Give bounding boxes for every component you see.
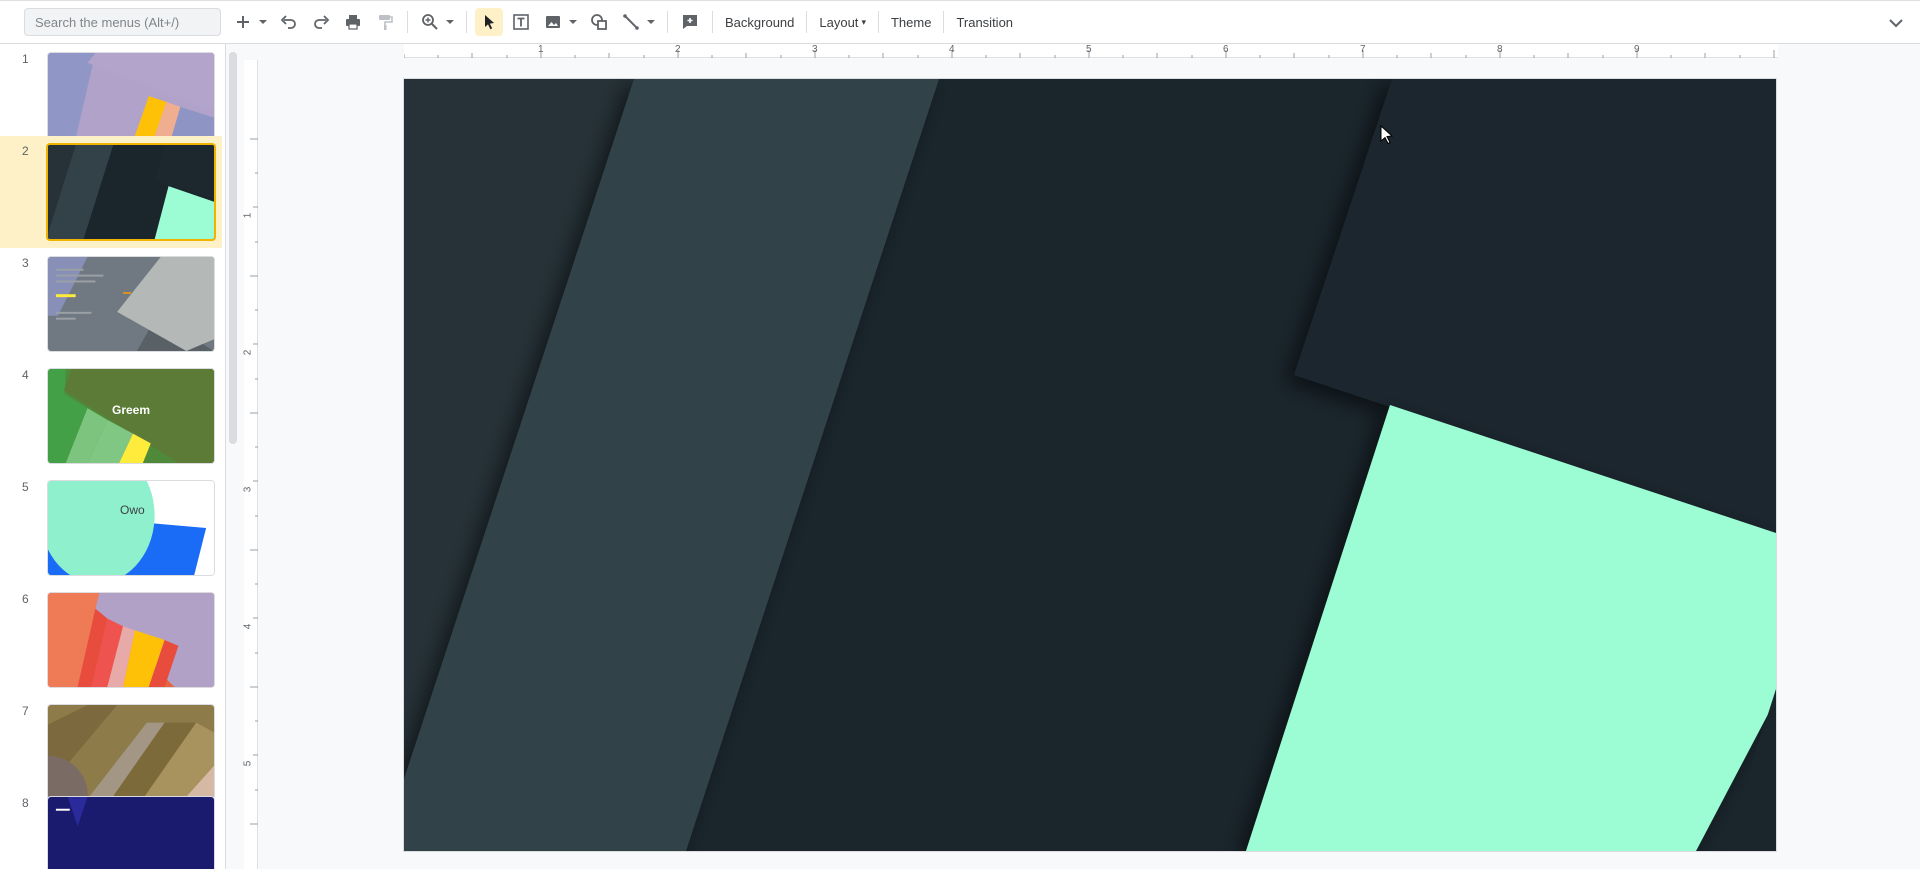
slide-title: Owo [120, 503, 145, 517]
slide-number: 5 [22, 480, 29, 494]
ruler-label: 9 [1634, 44, 1640, 55]
search-menus-input[interactable]: Search the menus (Alt+/) [24, 8, 221, 36]
slide-preview: Owo [47, 480, 215, 576]
ruler-label: 8 [1497, 44, 1503, 55]
slide-number: 2 [22, 144, 29, 158]
slide-title: Greem [111, 403, 151, 417]
mouse-pointer-icon [1380, 125, 1394, 145]
ruler-ticks [250, 138, 258, 825]
shape-icon[interactable] [585, 8, 613, 36]
toolbar: Search the menus (Alt+/) Background Layo… [0, 0, 1920, 44]
toolbar-divider [712, 11, 713, 33]
paint-format-icon[interactable] [371, 8, 399, 36]
ruler-label: 3 [242, 486, 254, 493]
select-pointer-icon[interactable] [475, 8, 503, 36]
slide-preview [47, 796, 215, 869]
slide-thumbnail-5[interactable]: 5 Owo [0, 472, 222, 584]
toolbar-divider [806, 11, 808, 33]
ruler-label: 7 [1360, 44, 1366, 55]
slide-number: 8 [22, 796, 29, 810]
slide-thumbnail-4[interactable]: 4 Greem [0, 360, 222, 472]
horizontal-ruler[interactable]: 1 2 3 4 5 6 7 8 9 [404, 44, 1778, 58]
undo-icon[interactable] [275, 8, 303, 36]
zoom-icon[interactable] [416, 8, 444, 36]
slide-preview [47, 704, 215, 800]
image-dropdown-icon[interactable] [567, 17, 579, 27]
slide-preview [46, 143, 216, 241]
ruler-label: 5 [1086, 44, 1092, 55]
ruler-label: 3 [812, 44, 818, 55]
collapse-toolbar-icon[interactable] [1886, 13, 1906, 33]
layout-label: Layout [819, 14, 859, 30]
slide-number: 4 [22, 368, 29, 382]
toolbar-divider [943, 11, 945, 33]
theme-button[interactable]: Theme [885, 8, 937, 36]
ruler-label: 2 [675, 44, 681, 55]
slide-number: 6 [22, 592, 29, 606]
print-icon[interactable] [339, 8, 367, 36]
slide-number: 3 [22, 256, 29, 270]
slide-thumbnail-3[interactable]: 3 [0, 248, 222, 360]
insert-image-icon[interactable] [539, 8, 567, 36]
slide-preview [47, 256, 215, 352]
toolbar-divider [466, 11, 467, 33]
layout-button[interactable]: Layout ▾ [813, 8, 872, 36]
toolbar-divider [877, 11, 879, 33]
text-box-icon[interactable] [507, 8, 535, 36]
slide-thumbnail-8[interactable]: 8 [0, 788, 222, 869]
ruler-label: 6 [1223, 44, 1229, 55]
ruler-label: 4 [949, 44, 955, 55]
background-button[interactable]: Background [719, 8, 800, 36]
slide-thumbnail-6[interactable]: 6 [0, 584, 222, 696]
filmstrip-scrollbar[interactable] [229, 52, 237, 444]
line-icon[interactable] [617, 8, 645, 36]
slide-number: 1 [22, 52, 29, 66]
ruler-label: 5 [242, 760, 254, 767]
redo-icon[interactable] [307, 8, 335, 36]
vertical-ruler[interactable]: 1 2 3 4 5 [242, 60, 258, 869]
new-slide-dropdown-icon[interactable] [257, 17, 269, 27]
add-comment-icon[interactable] [676, 8, 704, 36]
slide-thumbnail-2[interactable]: 2 [0, 136, 222, 248]
zoom-dropdown-icon[interactable] [444, 17, 456, 27]
slide-number: 7 [22, 704, 29, 718]
slide-canvas[interactable] [404, 79, 1776, 851]
slide-filmstrip: 1 2 3 4 Greem 5 Owo 6 7 8 [0, 44, 226, 869]
ruler-label: 1 [538, 44, 544, 55]
toolbar-divider [407, 11, 408, 33]
slide-preview [47, 52, 215, 148]
ruler-label: 1 [242, 212, 254, 219]
layout-dropdown-icon: ▾ [861, 16, 866, 27]
line-dropdown-icon[interactable] [645, 17, 657, 27]
slides-editor: Search the menus (Alt+/) Background Layo… [0, 0, 1920, 869]
ruler-label: 2 [242, 349, 254, 356]
ruler-label: 4 [242, 623, 254, 630]
new-slide-icon[interactable] [229, 8, 257, 36]
slide-preview [47, 592, 215, 688]
toolbar-divider [667, 11, 668, 33]
slide-preview: Greem [47, 368, 215, 464]
transition-button[interactable]: Transition [950, 8, 1019, 36]
